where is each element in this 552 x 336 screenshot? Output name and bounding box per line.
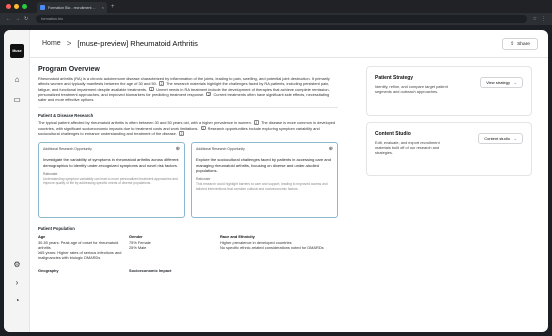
- home-icon[interactable]: ⌂: [11, 73, 23, 85]
- race-item: No specific ethnic-related consideration…: [220, 245, 324, 251]
- citation-badge[interactable]: 1: [149, 86, 155, 91]
- strategy-title: Patient Strategy: [375, 75, 414, 81]
- browser-tab-bar: Formation Bio - recruitment ... × +: [0, 0, 552, 13]
- window-controls: [6, 4, 27, 9]
- favicon-icon: [40, 5, 45, 10]
- gender-heading: Gender: [129, 234, 143, 240]
- browser-tab[interactable]: Formation Bio - recruitment ... ×: [37, 2, 107, 13]
- settings-icon[interactable]: ⚙: [11, 258, 23, 270]
- rationale-label[interactable]: Rationale: [43, 172, 180, 176]
- reload-icon[interactable]: ↻: [24, 16, 28, 22]
- geography-heading: Geography: [38, 268, 59, 274]
- left-rail: Muse ⌂ ▭ ⚙ › ◔: [4, 30, 30, 332]
- app-logo[interactable]: Muse: [10, 44, 24, 58]
- new-tab-button[interactable]: +: [111, 4, 115, 10]
- population-grid: Age 30-50 years: Peak age of onset for r…: [38, 234, 338, 260]
- research-sentence: The typical patient affected by rheumato…: [38, 120, 252, 126]
- rationale-label[interactable]: Rationale: [196, 177, 333, 181]
- view-strategy-button[interactable]: View strategy →: [480, 77, 523, 88]
- address-bar[interactable]: formation.bio: [36, 15, 527, 23]
- content-studio-label: Content studio: [484, 136, 510, 141]
- opportunity-text: Explore the sociocultural challenges fac…: [196, 157, 331, 173]
- url-text: formation.bio: [41, 17, 64, 21]
- opportunity-cards: Additional Research Opportunity ⊕ Invest…: [38, 142, 338, 219]
- menu-icon[interactable]: ⋮: [541, 16, 546, 22]
- citation-badge[interactable]: 2: [253, 120, 259, 125]
- share-button[interactable]: ⇪ Share: [502, 38, 538, 50]
- age-item: ≥65 years: Higher rates of serious infec…: [38, 250, 122, 261]
- citation-badge[interactable]: 2: [178, 131, 184, 136]
- arrow-right-icon: →: [513, 136, 517, 141]
- rationale-text: Understanding symptom variability can le…: [43, 176, 178, 186]
- socioeconomic-heading: Socioeconomic Impact: [129, 268, 172, 274]
- strategy-description: Identify, refine, and compare target pat…: [375, 84, 448, 94]
- breadcrumb-home[interactable]: Home: [42, 40, 61, 47]
- research-text: The typical patient affected by rheumato…: [38, 120, 338, 136]
- breadcrumb-separator: >: [66, 39, 72, 48]
- opportunity-card[interactable]: Additional Research Opportunity ⊕ Invest…: [38, 142, 185, 219]
- add-opportunity-icon[interactable]: ⊕: [176, 146, 180, 152]
- citation-badge[interactable]: 2: [158, 81, 164, 86]
- opportunity-tag: Additional Research Opportunity: [196, 147, 245, 152]
- research-heading: Patient & Disease Research: [38, 113, 94, 119]
- section-divider: [38, 107, 338, 109]
- page-title: [muse-preview] Rheumatoid Arthritis: [77, 39, 198, 48]
- bookmark-icon[interactable]: ☆: [533, 16, 537, 22]
- arrow-right-icon: →: [513, 80, 517, 85]
- folder-icon[interactable]: ▭: [11, 93, 23, 105]
- population-row-2: Geography Socioeconomic Impact: [38, 268, 338, 273]
- population-heading: Patient Population: [38, 226, 75, 232]
- view-strategy-label: View strategy: [486, 80, 510, 85]
- patient-strategy-card: Patient Strategy Identify, refine, and c…: [366, 66, 532, 116]
- age-item: 30-50 years: Peak age of onset for rheum…: [38, 240, 119, 251]
- overview-text: Rheumatoid arthritis (RA) is a chronic a…: [38, 76, 338, 102]
- add-opportunity-icon[interactable]: ⊕: [329, 146, 333, 152]
- minimize-window-button[interactable]: [14, 4, 19, 9]
- citation-badge[interactable]: 2: [206, 91, 212, 97]
- back-icon[interactable]: ←: [6, 16, 11, 22]
- share-icon: ⇪: [510, 41, 515, 47]
- rationale-text: This research could highlight barriers t…: [196, 182, 328, 191]
- content-studio-title: Content Studio: [375, 131, 411, 137]
- page-header: Home > [muse-preview] Rheumatoid Arthrit…: [30, 30, 548, 58]
- tab-title: Formation Bio - recruitment ...: [48, 5, 96, 10]
- expand-icon[interactable]: ›: [11, 276, 23, 288]
- gender-item: 25% Male: [129, 245, 147, 251]
- opportunity-text: Investigate the variability of symptoms …: [43, 157, 179, 168]
- browser-toolbar: ← → ↻ formation.bio ☆ ⋮: [0, 13, 552, 25]
- content-studio-description: Edit, evaluate, and export recruitment m…: [375, 140, 440, 155]
- main-content: Program Overview Rheumatoid arthritis (R…: [38, 66, 338, 328]
- user-icon[interactable]: ◔: [11, 294, 23, 306]
- race-heading: Race and Ethnicity: [220, 234, 255, 240]
- overview-heading: Program Overview: [38, 66, 100, 73]
- opportunity-tag: Additional Research Opportunity: [43, 147, 92, 152]
- age-heading: Age: [38, 234, 46, 240]
- gender-column: Gender 75% Female 25% Male: [129, 234, 214, 260]
- share-label: Share: [517, 41, 530, 47]
- tab-close-icon[interactable]: ×: [102, 5, 104, 10]
- content-studio-card: Content Studio Edit, evaluate, and expor…: [366, 122, 532, 176]
- age-column: Age 30-50 years: Peak age of onset for r…: [38, 234, 123, 260]
- opportunity-card[interactable]: Additional Research Opportunity ⊕ Explor…: [191, 142, 338, 219]
- close-window-button[interactable]: [6, 4, 11, 9]
- citation-badge[interactable]: 2: [200, 125, 206, 131]
- maximize-window-button[interactable]: [22, 4, 27, 9]
- app-window: Muse ⌂ ▭ ⚙ › ◔ Home > [muse-preview] Rhe…: [4, 30, 548, 332]
- race-column: Race and Ethnicity Higher prevalence in …: [220, 234, 330, 260]
- forward-icon[interactable]: →: [15, 16, 20, 22]
- content-studio-button[interactable]: Content studio →: [478, 133, 523, 144]
